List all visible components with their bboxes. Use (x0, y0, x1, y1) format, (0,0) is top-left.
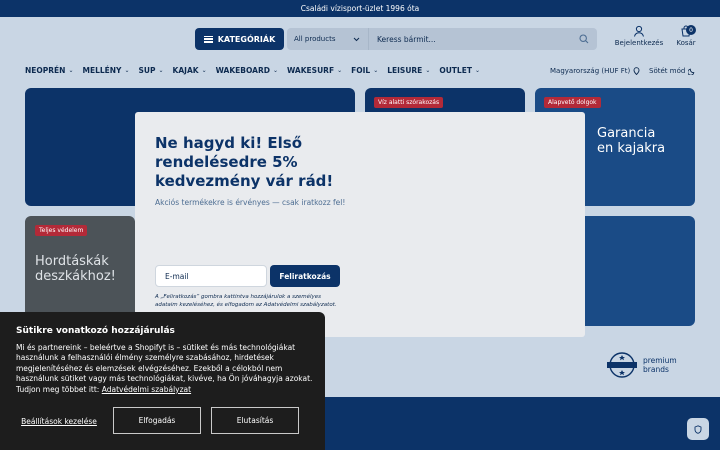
dark-mode-toggle[interactable]: Sötét mód (649, 67, 695, 75)
nav-item-outlet[interactable]: OUTLET ⌄ (439, 66, 480, 75)
search-category-value: All products (294, 35, 336, 43)
premium-brands-badge: premium brands (606, 351, 685, 379)
bags-card-text: Hordtáskák deszkákhoz! (35, 254, 116, 284)
chevron-down-icon: ⌄ (474, 67, 480, 74)
basics-card-text: Garancia en kajakra (597, 126, 666, 156)
chevron-down-icon: ⌄ (373, 67, 379, 74)
nav-item-kajak[interactable]: KAJAK ⌄ (173, 66, 207, 75)
nav-item-leisure[interactable]: LEISURE ⌄ (387, 66, 430, 75)
chevron-down-icon: ⌄ (201, 67, 207, 74)
privacy-policy-link[interactable]: Adatvédelmi szabályzat (102, 385, 191, 394)
nav-item-sup[interactable]: SUP ⌄ (139, 66, 164, 75)
user-icon (634, 25, 644, 37)
nav-item-label: OUTLET (439, 66, 472, 75)
cart-count-badge: 0 (686, 25, 696, 35)
basics-tag: Alapvető dolgok (544, 97, 601, 108)
chat-button[interactable] (687, 418, 709, 440)
announcement-bar: Családi vízisport-üzlet 1996 óta (0, 0, 720, 17)
manage-settings-button[interactable]: Beállítások kezelése (16, 408, 102, 436)
bags-card[interactable]: Teljes védelem Hordtáskák deszkákhoz! (25, 216, 135, 326)
search-icon[interactable] (579, 34, 589, 44)
nav-item-label: FOIL (351, 66, 371, 75)
chevron-down-icon: ⌄ (337, 67, 343, 74)
chevron-down-icon: ⌄ (272, 67, 278, 74)
underwater-tag: Víz alatti szórakozás (374, 97, 444, 108)
chevron-down-icon: ⌄ (124, 67, 130, 74)
region-selector[interactable]: Magyarország (HUF Ft) (550, 67, 640, 75)
modal-subtitle: Akciós termékekre is érvényes — csak ira… (155, 198, 346, 207)
account-link[interactable]: Bejelentkezés (614, 25, 664, 47)
moon-icon (688, 68, 695, 75)
premium-brands-text: premium brands (643, 356, 677, 374)
shield-icon (694, 424, 702, 434)
nav-item-foil[interactable]: FOIL ⌄ (351, 66, 378, 75)
nav-item-wakeboard[interactable]: WAKEBOARD ⌄ (216, 66, 278, 75)
nav-item-neopren[interactable]: NEOPRÉN ⌄ (25, 66, 73, 75)
nav-item-label: MELLÉNY (82, 66, 122, 75)
search-input[interactable] (371, 28, 571, 50)
nav-item-label: WAKESURF (287, 66, 335, 75)
nav-item-wakesurf[interactable]: WAKESURF ⌄ (287, 66, 342, 75)
site-header: KATEGÓRIÁK All products Bejelentkezés Ko… (0, 17, 720, 92)
cookie-banner: Sütikre vonatkozó hozzájárulás Mi és par… (0, 312, 325, 450)
modal-legal-text: A „Feliratkozás” gombra kattintva hozzáj… (155, 294, 337, 308)
accept-button[interactable]: Elfogadás (113, 407, 201, 434)
search-bar: All products (287, 28, 597, 50)
cookie-body: Mi és partnereink – beleértve a Shopifyt… (16, 343, 314, 395)
menu-icon (203, 35, 213, 43)
nav-item-label: LEISURE (387, 66, 423, 75)
location-pin-icon (633, 67, 640, 75)
cart-label: Kosár (676, 39, 696, 47)
cookie-title: Sütikre vonatkozó hozzájárulás (16, 326, 175, 336)
reject-button[interactable]: Elutasítás (211, 407, 299, 434)
nav-item-label: NEOPRÉN (25, 66, 66, 75)
modal-title: Ne hagyd ki! Első rendelésedre 5% kedvez… (155, 134, 334, 190)
account-label: Bejelentkezés (614, 39, 664, 47)
categories-button[interactable]: KATEGÓRIÁK (195, 28, 284, 50)
protection-tag: Teljes védelem (35, 225, 88, 236)
chevron-down-icon: ⌄ (158, 67, 164, 74)
dark-mode-label: Sötét mód (649, 67, 686, 75)
nav-item-label: KAJAK (172, 66, 199, 75)
search-category-select[interactable]: All products (287, 28, 369, 50)
announcement-text: Családi vízisport-üzlet 1996 óta (300, 4, 420, 13)
nav-item-label: SUP (138, 66, 156, 75)
region-label: Magyarország (HUF Ft) (550, 67, 631, 75)
nav-item-label: WAKEBOARD (215, 66, 270, 75)
chevron-down-icon: ⌄ (425, 67, 431, 74)
subscribe-button[interactable]: Feliratkozás (270, 265, 340, 287)
categories-label: KATEGÓRIÁK (217, 34, 276, 44)
chevron-down-icon (353, 37, 360, 41)
email-field[interactable] (155, 265, 267, 287)
chevron-down-icon: ⌄ (68, 67, 74, 74)
premium-brands-logo-icon (607, 352, 637, 378)
main-nav: NEOPRÉN ⌄ MELLÉNY ⌄ SUP ⌄ KAJAK ⌄ WAKEBOARD ⌄… (25, 66, 480, 75)
nav-item-melleny[interactable]: MELLÉNY ⌄ (82, 66, 129, 75)
newsletter-modal: Ne hagyd ki! Első rendelésedre 5% kedvez… (135, 112, 585, 337)
